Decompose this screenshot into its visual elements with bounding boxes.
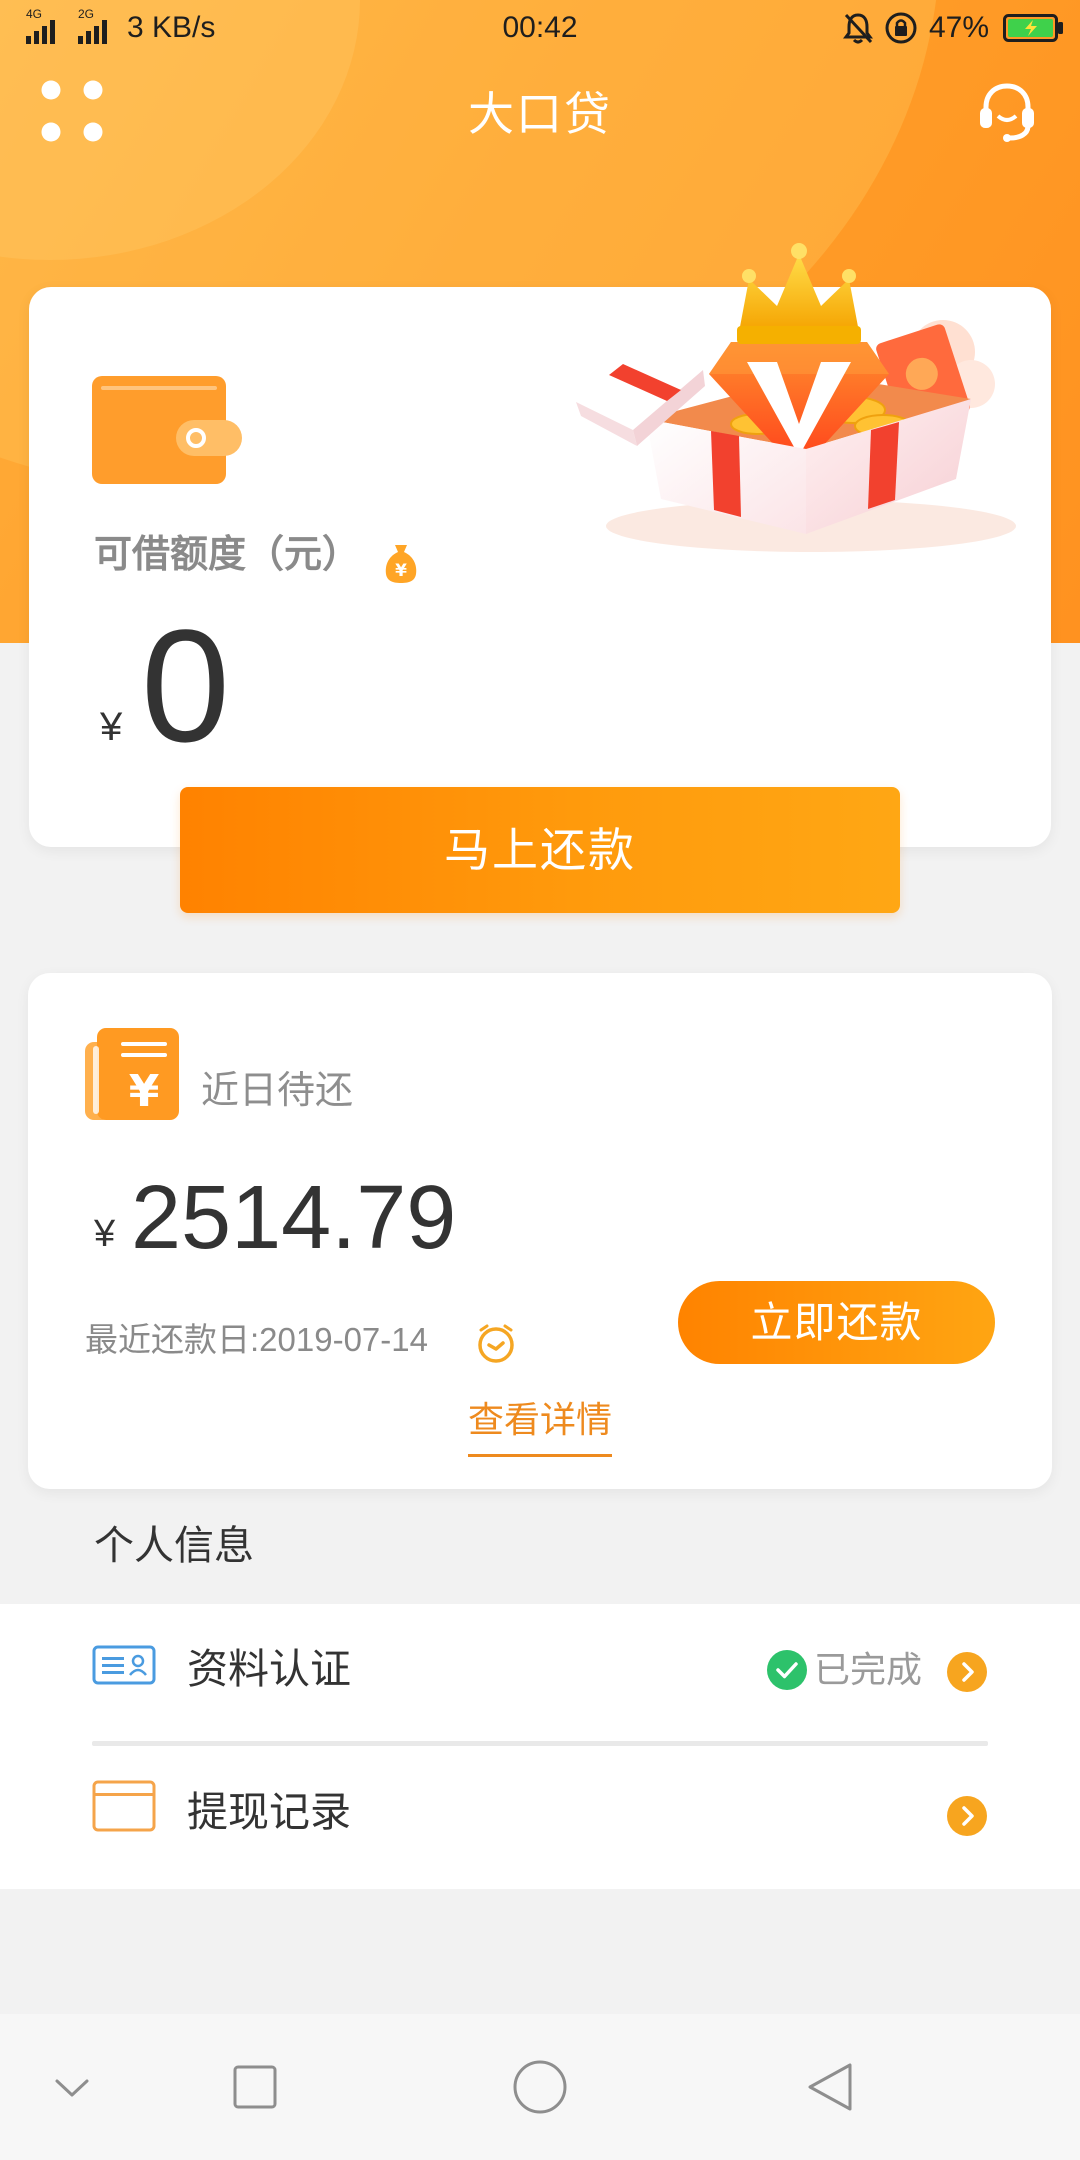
battery-percentage: 47% (929, 11, 990, 44)
network-indicator-secondary: 2G (66, 8, 116, 44)
bill-icon-glyph: ¥ (129, 1066, 160, 1117)
network-speed: 3 KB/s (127, 11, 216, 44)
signal-icon (78, 20, 107, 44)
personal-info-list: 资料认证 已完成 提现记录 (0, 1604, 1080, 1889)
view-details-link[interactable]: 查看详情 (468, 1402, 612, 1438)
check-circle-icon (767, 1650, 807, 1690)
chevron-right-icon (947, 1796, 987, 1836)
back-icon[interactable] (805, 2061, 855, 2113)
network-type-label: 2G (78, 7, 95, 21)
money-bag-glyph: ¥ (395, 561, 407, 581)
repayment-amount: 2514.79 (131, 1168, 457, 1268)
list-item-label: 资料认证 (187, 1646, 351, 1692)
list-item-verification[interactable]: 资料认证 已完成 (0, 1604, 1080, 1741)
pay-immediately-button-label: 立即还款 (750, 1299, 923, 1346)
available-credit-label: 可借额度（元） (94, 534, 361, 576)
repay-now-button-label: 马上还款 (444, 824, 636, 876)
upcoming-repayment-title: 近日待还 (201, 1070, 354, 1112)
gift-box-illustration (576, 243, 1016, 552)
wallet-icon (92, 376, 242, 484)
clock-time: 00:42 (502, 11, 578, 44)
available-credit-amount: 0 (141, 596, 230, 775)
list-item-label: 提现记录 (187, 1789, 351, 1835)
rotation-lock-icon (885, 12, 917, 44)
signal-icon (26, 20, 55, 44)
status-bar: 4G 2G 3 KB/s 00:42 47% (0, 0, 1080, 55)
upcoming-repayment-card: ¥ 近日待还 ¥ 2514.79 最近还款日:2019-07-14 立即还款 查… (28, 973, 1052, 1489)
system-nav-bar (0, 2014, 1080, 2160)
currency-symbol: ¥ (100, 705, 123, 749)
id-card-icon (92, 1645, 156, 1685)
due-date-label: 最近还款日:2019-07-14 (85, 1321, 428, 1358)
home-icon[interactable] (512, 2059, 568, 2115)
list-item-withdrawal-records[interactable]: 提现记录 (0, 1746, 1080, 1889)
network-type-label: 4G (26, 7, 43, 21)
chevron-right-icon (947, 1652, 987, 1692)
collapse-icon[interactable] (54, 2077, 90, 2099)
menu-grid-icon[interactable] (41, 80, 103, 142)
mute-bell-icon (843, 13, 873, 44)
money-bag-icon: ¥ (385, 545, 417, 583)
battery-charging-icon (1003, 14, 1063, 42)
bank-card-icon (92, 1780, 156, 1832)
verification-status: 已完成 (814, 1649, 923, 1690)
customer-service-icon[interactable] (976, 80, 1038, 144)
currency-symbol: ¥ (94, 1213, 116, 1255)
network-indicator-primary: 4G (14, 8, 64, 44)
clock-icon (478, 1324, 514, 1363)
repay-now-button[interactable]: 马上还款 (180, 787, 900, 913)
bill-icon: ¥ (85, 1028, 179, 1120)
pay-immediately-button[interactable]: 立即还款 (678, 1281, 995, 1364)
personal-info-title: 个人信息 (94, 1524, 254, 1568)
page-title: 大口贷 (468, 88, 612, 140)
recents-icon[interactable] (233, 2065, 277, 2109)
view-details-underline (468, 1454, 612, 1457)
